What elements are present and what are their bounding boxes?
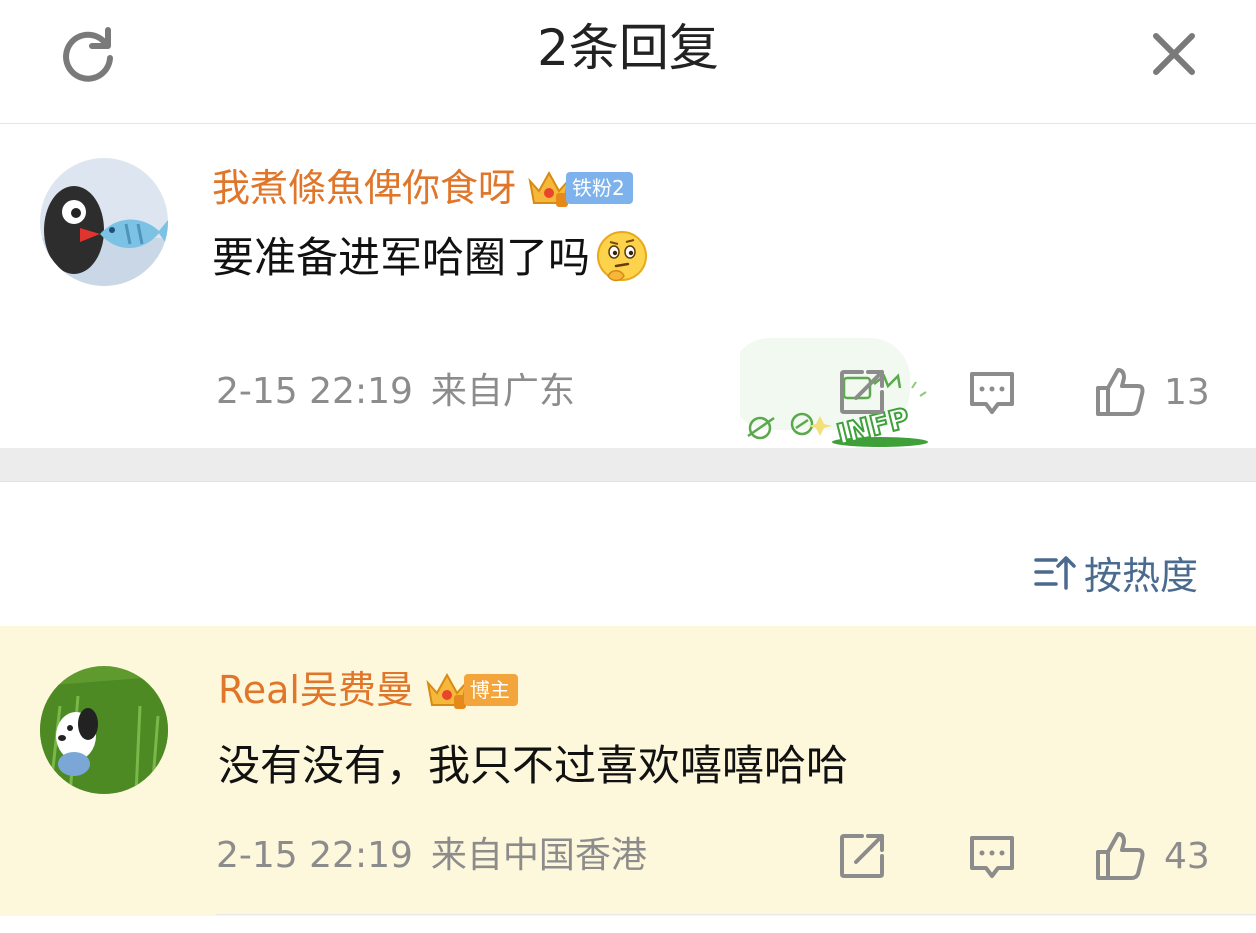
comment-time: 2-15 22:19 xyxy=(216,371,413,412)
like-count: 43 xyxy=(1164,835,1210,877)
avatar[interactable] xyxy=(40,666,168,794)
close-button[interactable] xyxy=(1142,22,1206,86)
comment-meta: 2-15 22:19 来自中国香港 xyxy=(216,832,647,880)
comment-meta: 2-15 22:19 来自广东 xyxy=(216,368,575,416)
username[interactable]: 我煮條魚俾你食呀 xyxy=(212,164,516,212)
comment-icon xyxy=(970,372,1014,414)
repost-button[interactable] xyxy=(836,828,888,884)
comment-text-row: 要准备进军哈圈了吗 xyxy=(212,228,650,288)
reply-page: 2条回复 我煮條魚俾你食呀 铁粉2 要准备进军哈圈了吗 INFP 2-15 22… xyxy=(0,0,1256,933)
comment-time: 2-15 22:19 xyxy=(216,835,413,876)
like-count: 13 xyxy=(1164,371,1210,413)
comment-text: 没有没有，我只不过喜欢嘻嘻哈哈 xyxy=(218,741,849,790)
repost-button[interactable] xyxy=(836,364,888,420)
comment-text: 要准备进军哈圈了吗 xyxy=(212,233,591,282)
author-badge: 博主 xyxy=(463,674,518,706)
name-row: Real吴费曼 博主 xyxy=(218,666,518,714)
username[interactable]: Real吴费曼 xyxy=(218,666,414,714)
divider xyxy=(216,914,1256,915)
thumbs-up-icon xyxy=(1096,832,1145,880)
comment-icon xyxy=(970,836,1014,878)
comment-location: 来自中国香港 xyxy=(430,835,647,876)
thinking-face-emoji xyxy=(597,231,648,282)
share-icon xyxy=(840,834,884,878)
section-divider xyxy=(0,448,1256,482)
fan-level-badge: 铁粉2 xyxy=(566,172,633,204)
name-row: 我煮條魚俾你食呀 铁粉2 xyxy=(212,164,633,212)
reply-comment: Real吴费曼 博主 没有没有，我只不过喜欢嘻嘻哈哈 2-15 22:19 来自中… xyxy=(0,626,1256,916)
sort-button[interactable]: 按热度 xyxy=(1034,546,1198,598)
comment-location: 来自广东 xyxy=(430,371,575,412)
comment-text-row: 没有没有，我只不过喜欢嘻嘻哈哈 xyxy=(218,736,848,796)
close-icon xyxy=(1153,33,1195,75)
avatar[interactable] xyxy=(40,158,168,286)
share-icon xyxy=(840,370,884,414)
header: 2条回复 xyxy=(0,0,1256,124)
like-button[interactable]: 13 xyxy=(1094,364,1210,420)
thumbs-up-icon xyxy=(1096,368,1145,416)
reply-button[interactable] xyxy=(966,828,1018,884)
sort-label: 按热度 xyxy=(1084,553,1199,598)
reply-button[interactable] xyxy=(966,364,1018,420)
page-title: 2条回复 xyxy=(537,19,719,77)
sort-icon xyxy=(1034,556,1076,590)
parent-comment: 我煮條魚俾你食呀 铁粉2 要准备进军哈圈了吗 INFP 2-15 22:19 来… xyxy=(0,124,1256,450)
like-button[interactable]: 43 xyxy=(1094,828,1210,884)
